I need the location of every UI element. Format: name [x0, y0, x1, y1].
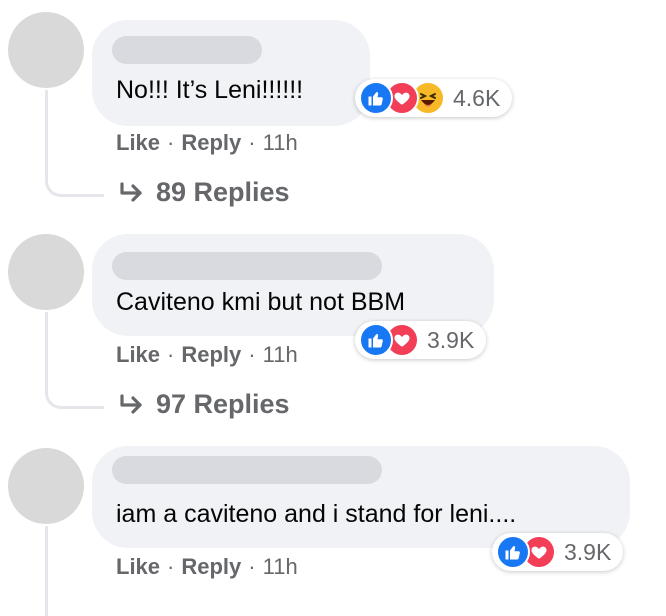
- comment-3: iam a caviteno and i stand for leni.... …: [0, 0, 666, 616]
- reply-button[interactable]: Reply: [181, 554, 241, 580]
- reaction-count: 3.9K: [564, 538, 612, 565]
- separator: ·: [167, 554, 175, 579]
- like-icon: [496, 535, 530, 569]
- comment-actions: Like · Reply · 11h: [116, 554, 298, 580]
- comment-text: iam a caviteno and i stand for leni....: [116, 500, 517, 528]
- like-icon: [359, 81, 393, 115]
- separator: ·: [248, 554, 256, 579]
- timestamp[interactable]: 11h: [263, 554, 298, 580]
- like-button[interactable]: Like: [116, 554, 160, 580]
- reaction-summary[interactable]: 3.9K: [492, 533, 624, 571]
- avatar[interactable]: [8, 448, 84, 524]
- thread-line: [45, 526, 104, 616]
- redacted-author-name[interactable]: [112, 456, 382, 484]
- like-icon: [359, 323, 393, 357]
